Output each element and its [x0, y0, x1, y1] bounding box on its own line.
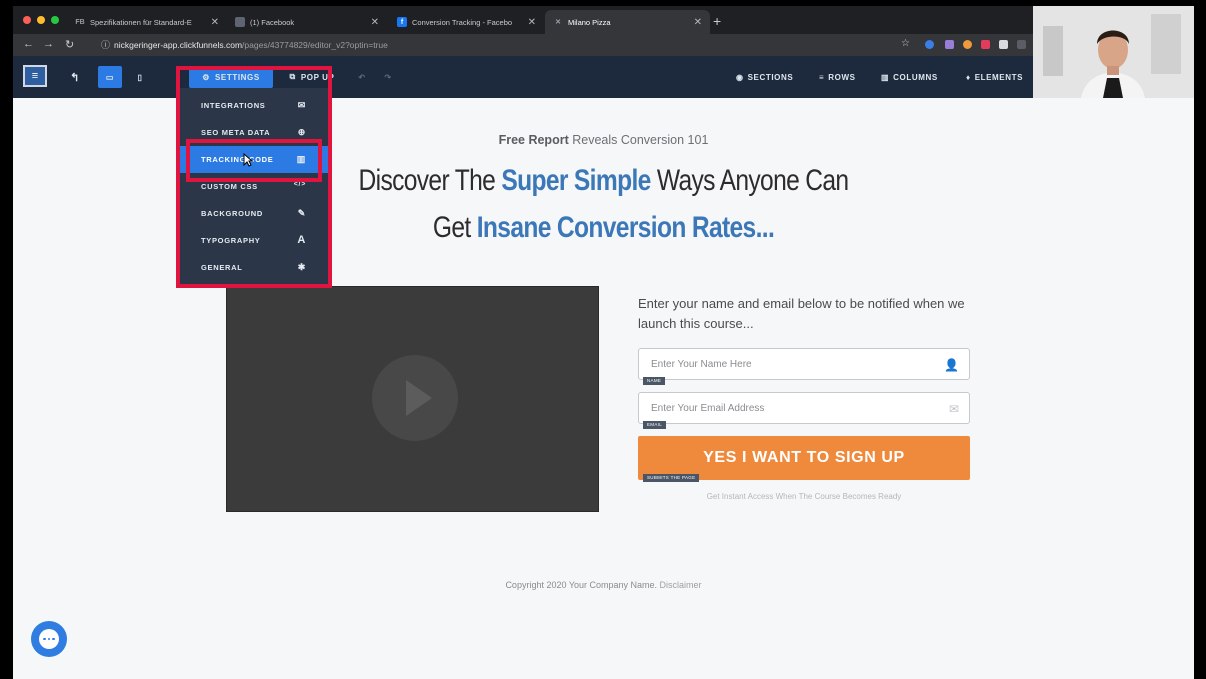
name-input[interactable]: Enter Your Name Here 👤: [638, 348, 970, 380]
extension-icon[interactable]: [945, 40, 954, 49]
cta-note[interactable]: Get Instant Access When The Course Becom…: [638, 492, 970, 501]
bookmark-star-icon[interactable]: ☆: [901, 38, 910, 49]
tab-title: (1) Facebook: [250, 17, 295, 27]
rows-label: ROWS: [828, 72, 856, 82]
rows-icon: ≡: [819, 72, 825, 82]
minimize-window-icon[interactable]: [37, 16, 45, 24]
close-tab-icon[interactable]: ✕: [363, 17, 379, 28]
close-tab-icon[interactable]: ✕: [686, 17, 702, 28]
envelope-icon: ✉: [948, 402, 959, 416]
clickfunnels-logo[interactable]: ≡: [23, 65, 47, 87]
headline-text: Ways Anyone Can: [650, 164, 849, 197]
disclaimer-link[interactable]: Disclaimer: [660, 580, 702, 590]
highlight-box-tracking-code: [186, 139, 322, 182]
extension-icon[interactable]: [999, 40, 1008, 49]
tab-favicon-icon: ✕: [555, 19, 561, 26]
undo-arrow-icon[interactable]: ↰: [65, 66, 85, 88]
redo-arrow-icon[interactable]: ↶: [353, 66, 371, 88]
columns-icon: ▥: [881, 72, 890, 82]
browser-tab-active[interactable]: ✕ Milano Pizza ✕: [545, 10, 710, 34]
sections-button[interactable]: ◉ SECTIONS: [736, 66, 793, 88]
form-intro-text[interactable]: Enter your name and email below to be no…: [638, 294, 978, 334]
elements-label: ELEMENTS: [974, 72, 1024, 82]
free-report-bold: Free Report: [498, 133, 569, 147]
tab-favicon-icon: FB: [75, 18, 85, 26]
close-window-icon[interactable]: [23, 16, 31, 24]
tab-title: Milano Pizza: [568, 17, 611, 27]
new-tab-icon[interactable]: +: [713, 13, 721, 29]
forward-arrow-icon[interactable]: →: [43, 38, 54, 50]
name-field-tag: NAME: [643, 377, 666, 385]
extension-icon[interactable]: [1017, 40, 1026, 49]
columns-button[interactable]: ▥ COLUMNS: [881, 66, 938, 88]
address-bar: ← → ↻ ⓘ nickgeringer-app.clickfunnels.co…: [13, 34, 1033, 56]
extension-icon[interactable]: [963, 40, 972, 49]
close-tab-icon[interactable]: ✕: [520, 17, 536, 28]
tab-title: Conversion Tracking - Facebo: [412, 17, 513, 27]
headline-text: Discover The: [358, 164, 502, 197]
play-icon[interactable]: [372, 355, 458, 441]
back-arrow-icon[interactable]: ←: [23, 38, 34, 50]
history-icon[interactable]: ↷: [379, 66, 397, 88]
headline-highlight: Insane Conversion Rates...: [476, 211, 775, 244]
extension-icon[interactable]: [981, 40, 990, 49]
reload-icon[interactable]: ↻: [65, 38, 74, 51]
tab-favicon-icon: [235, 17, 245, 27]
webcam-overlay: [1033, 6, 1194, 98]
user-icon: 👤: [944, 358, 959, 372]
submit-tag: SUBMITS THE PAGE: [643, 474, 700, 482]
chat-widget-icon[interactable]: [31, 621, 67, 657]
elements-icon: ♦: [966, 72, 971, 82]
headline-text: Get: [432, 211, 477, 244]
mobile-view-icon[interactable]: ▯: [130, 66, 150, 88]
name-placeholder: Enter Your Name Here: [651, 358, 752, 370]
tab-title: Spezifikationen für Standard-E: [90, 17, 192, 27]
browser-tab[interactable]: f Conversion Tracking - Facebo ✕: [389, 10, 544, 34]
desktop-view-icon[interactable]: ▭: [98, 66, 122, 88]
info-icon: ⓘ: [101, 40, 111, 50]
url-path: /pages/43774829/editor_v2?optin=true: [242, 39, 388, 50]
free-report-text: Reveals Conversion 101: [572, 133, 709, 147]
maximize-window-icon[interactable]: [51, 16, 59, 24]
browser-tab[interactable]: (1) Facebook ✕: [227, 10, 387, 34]
footer-copyright[interactable]: Copyright 2020 Your Company Name. Discla…: [13, 580, 1194, 590]
extension-icon[interactable]: [925, 40, 934, 49]
facebook-favicon-icon: f: [397, 17, 407, 27]
mouse-cursor-icon: [243, 153, 253, 167]
close-tab-icon[interactable]: ✕: [203, 17, 219, 28]
browser-tab[interactable]: FB Spezifikationen für Standard-E ✕: [67, 10, 227, 34]
copyright-text: Copyright 2020 Your Company Name.: [505, 580, 658, 590]
email-field-tag: EMAIL: [643, 421, 667, 429]
elements-button[interactable]: ♦ ELEMENTS: [966, 66, 1023, 88]
presenter-video: [1033, 6, 1194, 98]
rows-button[interactable]: ≡ ROWS: [819, 66, 856, 88]
email-placeholder: Enter Your Email Address: [651, 402, 765, 414]
url-field[interactable]: ⓘ nickgeringer-app.clickfunnels.com/page…: [101, 38, 388, 51]
headline-highlight: Super Simple: [501, 164, 651, 197]
sections-label: SECTIONS: [747, 72, 794, 82]
browser-tab-bar: FB Spezifikationen für Standard-E ✕ (1) …: [13, 6, 1033, 34]
video-placeholder[interactable]: [226, 286, 599, 512]
editor-toolbar: ≡ ↰ ▭ ▯ ⚙ SETTINGS ⧉ POP UP ↶ ↷ ◉ SECTIONS …: [13, 56, 1033, 98]
email-input[interactable]: Enter Your Email Address ✉: [638, 392, 970, 424]
columns-label: COLUMNS: [893, 72, 938, 82]
url-host: nickgeringer-app.clickfunnels.com: [114, 39, 243, 50]
sections-icon: ◉: [736, 72, 744, 82]
